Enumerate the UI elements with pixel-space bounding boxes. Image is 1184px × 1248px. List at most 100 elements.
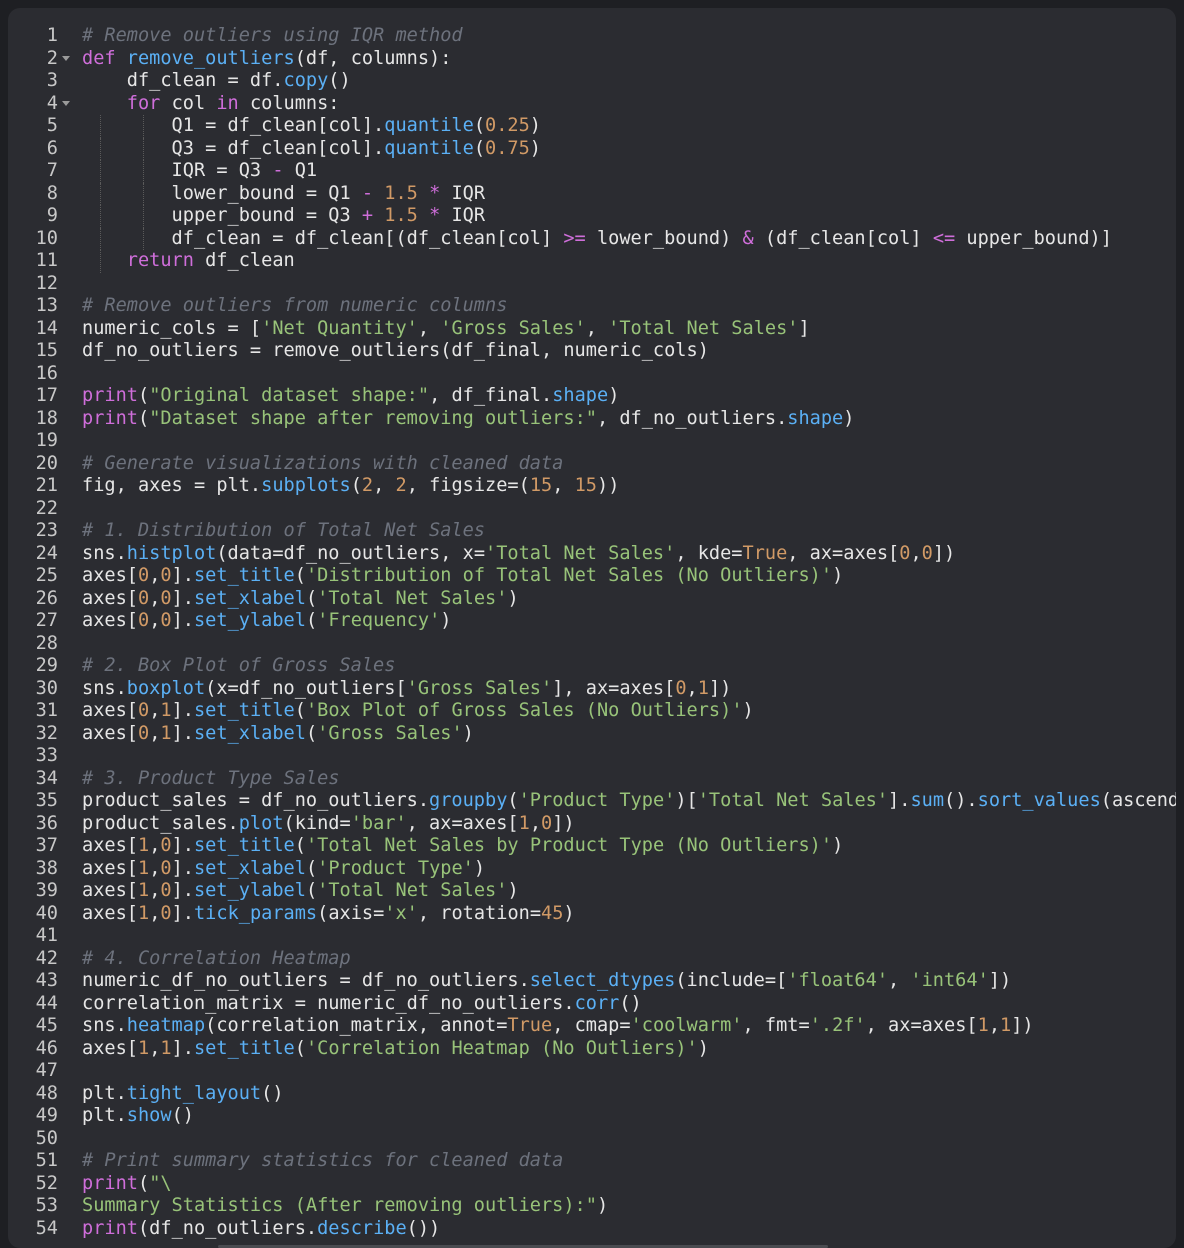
code-token: quantile xyxy=(384,137,474,159)
code-line[interactable]: 40 axes[1,0].tick_params(axis='x', rotati… xyxy=(8,903,1176,926)
code-line[interactable]: 12 xyxy=(8,273,1176,296)
line-number: 5 xyxy=(46,115,58,136)
code-line[interactable]: 23 # 1. Distribution of Total Net Sales xyxy=(8,520,1176,543)
code-line[interactable]: 20 # Generate visualizations with cleaned… xyxy=(8,453,1176,476)
code-line[interactable]: 52 print("\ xyxy=(8,1173,1176,1196)
code-line[interactable]: 4 for col in columns: xyxy=(8,93,1176,116)
code-token: product_sales = df_no_outliers. xyxy=(82,790,430,811)
code-line[interactable]: 37 axes[1,0].set_title('Total Net Sales b… xyxy=(8,835,1176,858)
code-token: ]. xyxy=(171,902,194,924)
code-line[interactable]: 44 correlation_matrix = numeric_df_no_out… xyxy=(8,993,1176,1016)
code-line[interactable]: 14 numeric_cols = ['Net Quantity', 'Gross… xyxy=(8,318,1176,341)
code-text: plt.show() xyxy=(82,1105,194,1128)
code-line[interactable]: 26 axes[0,0].set_xlabel('Total Net Sales'… xyxy=(8,588,1176,611)
code-editor[interactable]: 1 # Remove outliers using IQR method 2 def … xyxy=(8,8,1176,1248)
code-line[interactable]: 43 numeric_df_no_outliers = df_no_outlier… xyxy=(8,970,1176,993)
code-line[interactable]: 18 print("Dataset shape after removing ou… xyxy=(8,408,1176,431)
code-token: df_no_outliers = remove_outliers(df_fina… xyxy=(82,340,709,361)
fold-arrow-icon[interactable] xyxy=(62,100,70,106)
code-line[interactable]: 29 # 2. Box Plot of Gross Sales xyxy=(8,655,1176,678)
code-line[interactable]: 11 return df_clean xyxy=(8,250,1176,273)
code-line[interactable]: 46 axes[1,1].set_title('Correlation Heatm… xyxy=(8,1038,1176,1061)
code-line[interactable]: 24 sns.histplot(data=df_no_outliers, x='T… xyxy=(8,543,1176,566)
code-token: sns. xyxy=(82,542,127,564)
code-token: df_clean = df_clean[(df_clean[col] xyxy=(82,227,564,249)
code-line[interactable]: 49 plt.show() xyxy=(8,1105,1176,1128)
code-line[interactable]: 35 product_sales = df_no_outliers.groupby… xyxy=(8,790,1176,813)
code-text: axes[0,0].set_title('Distribution of Tot… xyxy=(82,565,843,588)
code-line[interactable]: 6 Q3 = df_clean[col].quantile(0.75) xyxy=(8,137,1176,160)
code-token: set_ylabel xyxy=(193,610,306,631)
line-number: 52 xyxy=(35,1172,58,1194)
code-line[interactable]: 3 df_clean = df.copy() xyxy=(8,70,1176,93)
code-line[interactable]: 22 xyxy=(8,498,1176,521)
code-token: 'bar' xyxy=(350,812,407,834)
code-line[interactable]: 9 upper_bound = Q3 + 1.5 * IQR xyxy=(8,205,1176,228)
code-text: sns.heatmap(correlation_matrix, annot=Tr… xyxy=(82,1015,1034,1038)
code-line[interactable]: 7 IQR = Q3 - Q1 xyxy=(8,160,1176,183)
code-token: subplots xyxy=(261,475,351,496)
code-line[interactable]: 45 sns.heatmap(correlation_matrix, annot=… xyxy=(8,1015,1176,1038)
code-line[interactable]: 30 sns.boxplot(x=df_no_outliers['Gross Sa… xyxy=(8,678,1176,701)
code-line[interactable]: 53 Summary Statistics (After removing out… xyxy=(8,1195,1176,1218)
code-line[interactable]: 51 # Print summary statistics for cleaned… xyxy=(8,1150,1176,1173)
code-area[interactable]: 1 # Remove outliers using IQR method 2 def … xyxy=(8,25,1176,1240)
code-line[interactable]: 54 print(df_no_outliers.describe()) xyxy=(8,1218,1176,1241)
code-text: axes[1,0].tick_params(axis='x', rotation… xyxy=(82,903,575,926)
code-line[interactable]: 17 print("Original dataset shape:", df_fi… xyxy=(8,385,1176,408)
code-line[interactable]: 16 xyxy=(8,363,1176,386)
code-line[interactable]: 36 product_sales.plot(kind='bar', ax=axes… xyxy=(8,813,1176,836)
code-line[interactable]: 13 # Remove outliers from numeric columns xyxy=(8,295,1176,318)
code-line[interactable]: 27 axes[0,0].set_ylabel('Frequency') xyxy=(8,610,1176,633)
code-text: product_sales = df_no_outliers.groupby('… xyxy=(82,790,1176,813)
code-line[interactable]: 28 xyxy=(8,633,1176,656)
code-token: 'Gross Sales' xyxy=(406,677,553,699)
code-line[interactable]: 39 axes[1,0].set_ylabel('Total Net Sales'… xyxy=(8,880,1176,903)
line-number: 46 xyxy=(35,1037,58,1059)
code-line[interactable]: 2 def remove_outliers(df, columns): xyxy=(8,48,1176,71)
line-number: 47 xyxy=(35,1060,58,1081)
code-line[interactable]: 10 df_clean = df_clean[(df_clean[col] >=… xyxy=(8,227,1176,250)
code-line[interactable]: 31 axes[0,1].set_title('Box Plot of Gross… xyxy=(8,700,1176,723)
code-line[interactable]: 21 fig, axes = plt.subplots(2, 2, figsize… xyxy=(8,475,1176,498)
code-token: Summary Statistics (After removing outli… xyxy=(82,1195,597,1216)
code-line[interactable]: 19 xyxy=(8,430,1176,453)
code-token: , xyxy=(149,857,161,879)
code-token: ( xyxy=(305,587,318,609)
code-line[interactable]: 1 # Remove outliers using IQR method xyxy=(8,25,1176,48)
code-token: 'Product Type' xyxy=(518,790,676,811)
code-line[interactable]: 34 # 3. Product Type Sales xyxy=(8,768,1176,791)
code-token: >= xyxy=(563,227,586,249)
code-token: 'Total Net Sales by Product Type (No Out… xyxy=(305,835,833,856)
code-line[interactable]: 38 axes[1,0].set_xlabel('Product Type') xyxy=(8,858,1176,881)
fold-arrow-icon[interactable] xyxy=(62,55,70,61)
code-line[interactable]: 50 xyxy=(8,1128,1176,1151)
code-line[interactable]: 15 df_no_outliers = remove_outliers(df_fi… xyxy=(8,340,1176,363)
code-token: plot xyxy=(238,812,284,834)
code-line[interactable]: 48 plt.tight_layout() xyxy=(8,1083,1176,1106)
code-token: - xyxy=(361,182,374,204)
code-text: axes[0,0].set_xlabel('Total Net Sales') xyxy=(82,588,519,611)
code-token: 0 xyxy=(160,610,172,631)
code-line[interactable]: 8 lower_bound = Q1 - 1.5 * IQR xyxy=(8,182,1176,205)
code-token: 1 xyxy=(137,835,150,856)
code-token: - xyxy=(272,160,284,181)
code-token: , figsize=( xyxy=(406,475,530,496)
code-line[interactable]: 47 xyxy=(8,1060,1176,1083)
code-token: ]. xyxy=(171,880,194,901)
code-line[interactable]: 32 axes[0,1].set_xlabel('Gross Sales') xyxy=(8,723,1176,746)
line-number: 40 xyxy=(35,902,58,924)
code-token: set_title xyxy=(193,700,295,721)
code-token: 1 xyxy=(160,722,172,744)
code-token: ]. xyxy=(171,857,194,879)
code-token: quantile xyxy=(384,115,474,136)
code-line[interactable]: 33 xyxy=(8,745,1176,768)
code-token: print xyxy=(82,407,138,429)
code-line[interactable]: 42 # 4. Correlation Heatmap xyxy=(8,948,1176,971)
code-line[interactable]: 5 Q1 = df_clean[col].quantile(0.25) xyxy=(8,115,1176,138)
code-line[interactable]: 41 xyxy=(8,925,1176,948)
line-number: 43 xyxy=(35,970,58,991)
code-text: # 1. Distribution of Total Net Sales xyxy=(82,520,485,543)
code-line[interactable]: 25 axes[0,0].set_title('Distribution of T… xyxy=(8,565,1176,588)
